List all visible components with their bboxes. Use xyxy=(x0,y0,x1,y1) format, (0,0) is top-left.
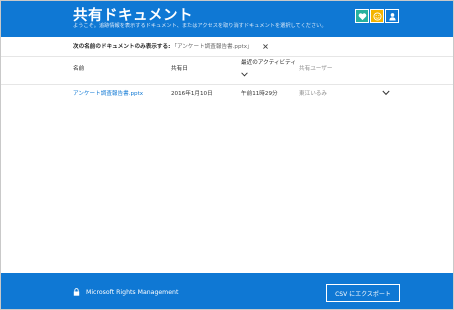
heart-icon xyxy=(358,12,366,20)
export-csv-button[interactable]: CSV にエクスポート xyxy=(326,284,400,302)
document-filter: 次の名前のドキュメントのみ表示する: 「アンケート調査報告書.pptx」 xyxy=(73,42,269,50)
brand-name: Microsoft Rights Management xyxy=(86,288,179,296)
page-header: 共有ドキュメント ようこそ。追跡情報を表示するドキュメント、またはアクセスを取り… xyxy=(1,1,453,37)
lock-icon xyxy=(73,288,80,296)
page-footer: Microsoft Rights Management CSV にエクスポート xyxy=(1,273,453,309)
document-name-link[interactable]: アンケート調査報告書.pptx xyxy=(73,89,143,97)
account-button[interactable] xyxy=(385,9,399,23)
brand: Microsoft Rights Management xyxy=(73,288,178,296)
chevron-down-icon xyxy=(241,72,248,77)
clear-filter-button[interactable] xyxy=(262,43,269,50)
feedback-button[interactable] xyxy=(355,9,369,23)
shared-users-cell: 東江いるみ xyxy=(299,91,327,97)
chevron-down-icon xyxy=(382,90,390,96)
column-header-shared-users[interactable]: 共有ユーザー xyxy=(299,64,332,72)
smile-icon xyxy=(372,11,382,21)
divider xyxy=(1,56,453,57)
last-activity-cell: 午前11時29分 xyxy=(241,91,278,97)
column-header-shared-date[interactable]: 共有日 xyxy=(171,64,188,72)
smile-button[interactable] xyxy=(370,9,384,23)
filter-label: 次の名前のドキュメントのみ表示する: xyxy=(73,44,171,50)
person-icon xyxy=(388,12,396,21)
divider xyxy=(1,84,453,85)
export-csv-label: CSV にエクスポート xyxy=(335,290,391,298)
shared-date-cell: 2016年1月10日 xyxy=(171,91,213,97)
filter-value: 「アンケート調査報告書.pptx」 xyxy=(171,44,253,50)
shared-documents-page: 共有ドキュメント ようこそ。追跡情報を表示するドキュメント、またはアクセスを取り… xyxy=(0,0,454,310)
page-subtitle: ようこそ。追跡情報を表示するドキュメント、またはアクセスを取り消すドキュメントを… xyxy=(73,23,327,29)
expand-row-button[interactable] xyxy=(382,90,390,96)
table-row[interactable]: アンケート調査報告書.pptx 2016年1月10日 午前11時29分 東江いる… xyxy=(61,86,395,100)
close-icon xyxy=(262,43,268,49)
column-header-name[interactable]: 名前 xyxy=(73,64,84,72)
column-header-last-activity[interactable]: 最近のアクティビティ xyxy=(241,58,296,66)
sort-descending-icon[interactable] xyxy=(241,72,248,77)
